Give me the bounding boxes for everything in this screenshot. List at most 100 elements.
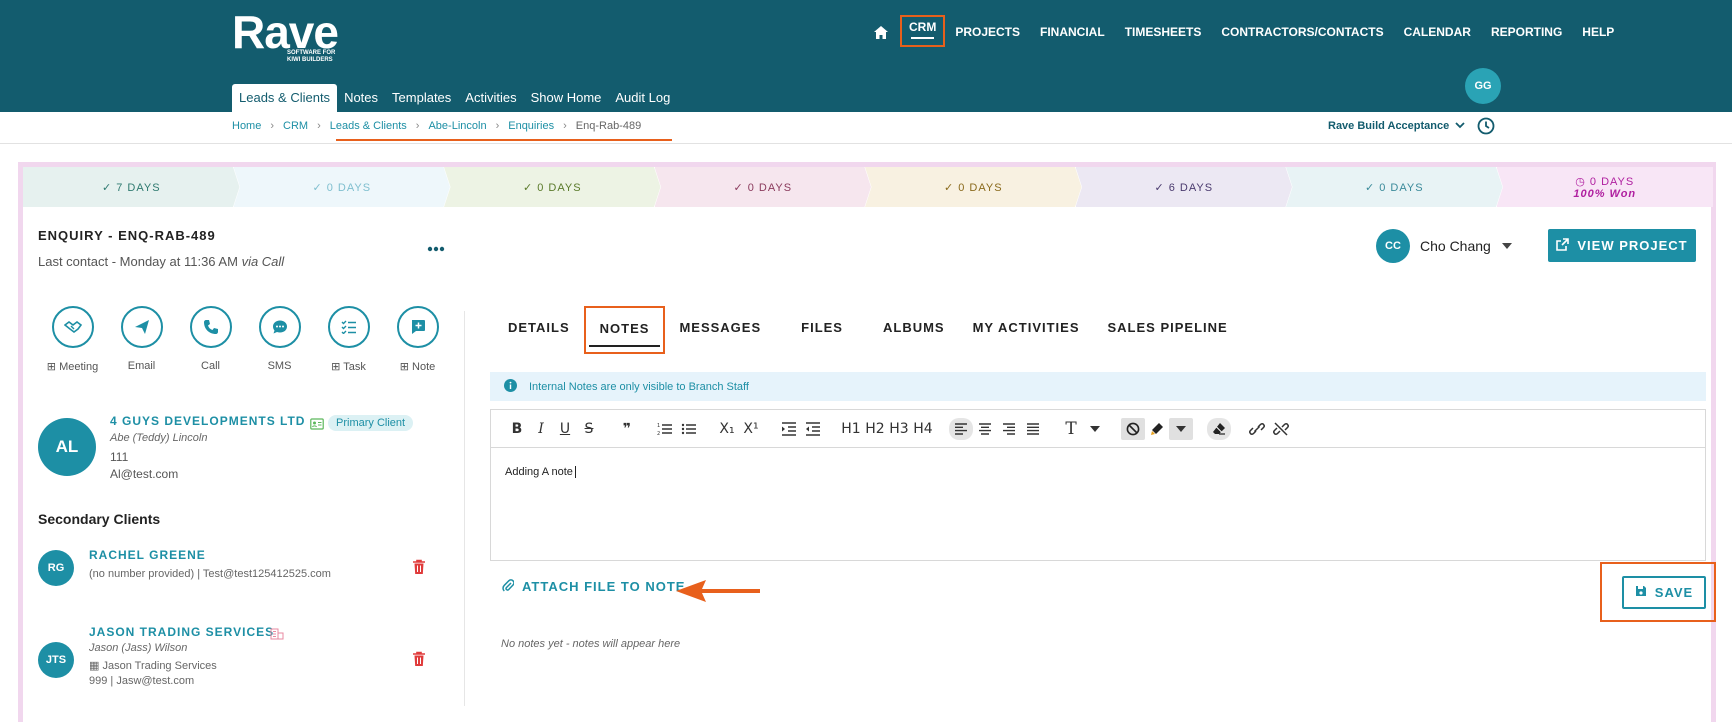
logo-tagline: SOFTWARE FOR KIWI BUILDERS <box>287 50 336 63</box>
action-meeting[interactable]: ⊞ Meeting <box>38 306 107 373</box>
action-call[interactable]: Call <box>176 306 245 373</box>
stage-7[interactable]: ✓ 0 DAYS <box>1286 167 1503 207</box>
tab-files[interactable]: FILES <box>775 308 869 348</box>
last-contact-text: Last contact - Monday at 11:36 AM <box>38 254 238 269</box>
nav-reporting[interactable]: REPORTING <box>1481 20 1572 44</box>
stage-4[interactable]: ✓ 0 DAYS <box>654 167 871 207</box>
heading4-button[interactable]: H4 <box>911 418 935 440</box>
stage-1[interactable]: ✓ 7 DAYS <box>23 167 240 207</box>
nav-financial[interactable]: FINANCIAL <box>1030 20 1115 44</box>
font-size-button[interactable]: T <box>1059 418 1083 440</box>
action-note[interactable]: ⊞ Note <box>383 306 452 373</box>
nav-calendar[interactable]: CALENDAR <box>1394 20 1481 44</box>
primary-client-avatar: AL <box>38 418 96 476</box>
stage-8-won[interactable]: ◷ 0 DAYS 100% Won <box>1496 167 1713 207</box>
stage-label: 0 DAYS <box>1589 175 1635 188</box>
nav-contractors-contacts[interactable]: CONTRACTORS/CONTACTS <box>1211 20 1393 44</box>
stage-5[interactable]: ✓ 0 DAYS <box>865 167 1082 207</box>
breadcrumb-home[interactable]: Home <box>232 120 261 132</box>
action-email[interactable]: Email <box>107 306 176 373</box>
user-avatar[interactable]: GG <box>1465 68 1501 104</box>
stage-3[interactable]: ✓ 0 DAYS <box>444 167 661 207</box>
heading3-button[interactable]: H3 <box>887 418 911 440</box>
align-center-icon[interactable] <box>973 418 997 440</box>
clear-color-icon[interactable] <box>1121 417 1145 440</box>
superscript-button[interactable]: X¹ <box>739 418 763 440</box>
blockquote-button[interactable]: ❞ <box>615 418 639 440</box>
owner-name: Cho Chang <box>1420 238 1491 254</box>
note-text: Adding A note <box>505 466 573 478</box>
nav-projects[interactable]: PROJECTS <box>945 20 1030 44</box>
attach-file-button[interactable]: ATTACH FILE TO NOTE <box>502 578 685 595</box>
stage-6[interactable]: ✓ 6 DAYS <box>1075 167 1292 207</box>
subnav-leads-clients[interactable]: Leads & Clients <box>232 84 338 112</box>
align-right-icon[interactable] <box>997 418 1021 440</box>
primary-client-email[interactable]: Al@test.com <box>110 467 178 481</box>
logo-wordmark: Rave <box>232 6 339 58</box>
bold-button[interactable]: B <box>505 418 529 440</box>
tab-messages[interactable]: MESSAGES <box>665 308 775 348</box>
subnav-templates[interactable]: Templates <box>385 84 458 112</box>
primary-client-company[interactable]: 4 GUYS DEVELOPMENTS LTD <box>110 414 305 428</box>
enquiry-tabs: DETAILS NOTES MESSAGES FILES ALBUMS MY A… <box>494 306 1242 354</box>
subnav-audit-log[interactable]: Audit Log <box>608 84 677 112</box>
tab-my-activities[interactable]: MY ACTIVITIES <box>959 308 1094 348</box>
nav-crm[interactable]: CRM <box>900 15 946 47</box>
subnav-activities[interactable]: Activities <box>458 84 523 112</box>
outdent-icon[interactable] <box>801 418 825 440</box>
save-button[interactable]: SAVE <box>1622 576 1706 609</box>
trash-icon[interactable] <box>412 651 426 667</box>
strikethrough-button[interactable]: S <box>577 418 601 440</box>
heading1-button[interactable]: H1 <box>839 418 863 440</box>
secondary-client-name[interactable]: JASON TRADING SERVICES <box>89 625 274 639</box>
tab-notes[interactable]: NOTES <box>583 306 666 354</box>
stage-label: 0 DAYS <box>537 181 582 194</box>
note-text-area[interactable]: Adding A note <box>491 448 1705 496</box>
acceptance-dropdown[interactable]: Rave Build Acceptance <box>1328 120 1465 132</box>
subscript-button[interactable]: X₁ <box>715 418 739 440</box>
subnav-show-home[interactable]: Show Home <box>524 84 609 112</box>
font-size-caret-icon[interactable] <box>1083 418 1107 440</box>
view-project-button[interactable]: VIEW PROJECT <box>1548 229 1696 262</box>
primary-client-phone[interactable]: 111 <box>110 450 128 464</box>
tab-sales-pipeline[interactable]: SALES PIPELINE <box>1094 308 1242 348</box>
eraser-icon[interactable] <box>1207 417 1231 440</box>
link-icon[interactable] <box>1245 418 1269 440</box>
breadcrumb-crm[interactable]: CRM <box>283 120 308 132</box>
align-justify-icon[interactable] <box>1021 418 1045 440</box>
info-icon <box>504 378 517 395</box>
underline-button[interactable]: U <box>553 418 577 440</box>
breadcrumb-client[interactable]: Abe-Lincoln <box>428 120 486 132</box>
clock-icon[interactable] <box>1477 117 1495 135</box>
breadcrumb-leads-clients[interactable]: Leads & Clients <box>330 120 407 132</box>
italic-button[interactable]: I <box>529 418 553 440</box>
stage-2[interactable]: ✓ 0 DAYS <box>233 167 450 207</box>
unordered-list-icon[interactable] <box>677 418 701 440</box>
subnav-notes[interactable]: Notes <box>337 84 385 112</box>
action-task[interactable]: ⊞ Task <box>314 306 383 373</box>
highlight-caret-icon[interactable] <box>1169 417 1193 440</box>
indent-icon[interactable] <box>777 418 801 440</box>
trash-icon[interactable] <box>412 559 426 575</box>
ordered-list-icon[interactable]: 12 <box>653 418 677 440</box>
action-sms[interactable]: SMS <box>245 306 314 373</box>
acceptance-label: Rave Build Acceptance <box>1328 120 1450 132</box>
highlighter-icon[interactable] <box>1145 418 1169 440</box>
tab-details[interactable]: DETAILS <box>494 308 584 348</box>
breadcrumb-separator: › <box>317 120 321 132</box>
owner-selector[interactable]: CC Cho Chang <box>1376 229 1513 263</box>
last-contact: Last contact - Monday at 11:36 AM via Ca… <box>38 254 284 269</box>
nav-help[interactable]: HELP <box>1572 20 1624 44</box>
heading2-button[interactable]: H2 <box>863 418 887 440</box>
align-left-icon[interactable] <box>949 417 973 440</box>
nav-timesheets[interactable]: TIMESHEETS <box>1115 20 1212 44</box>
secondary-client-name[interactable]: RACHEL GREENE <box>89 548 206 562</box>
info-banner: Internal Notes are only visible to Branc… <box>490 372 1706 401</box>
home-icon[interactable] <box>866 20 896 44</box>
plus-box-icon: ⊞ <box>331 361 344 373</box>
breadcrumb-enquiries[interactable]: Enquiries <box>508 120 554 132</box>
more-options-icon[interactable] <box>426 240 446 252</box>
unlink-icon[interactable] <box>1269 418 1293 440</box>
tab-albums[interactable]: ALBUMS <box>869 308 959 348</box>
rave-logo[interactable]: Rave SOFTWARE FOR KIWI BUILDERS <box>232 6 339 63</box>
